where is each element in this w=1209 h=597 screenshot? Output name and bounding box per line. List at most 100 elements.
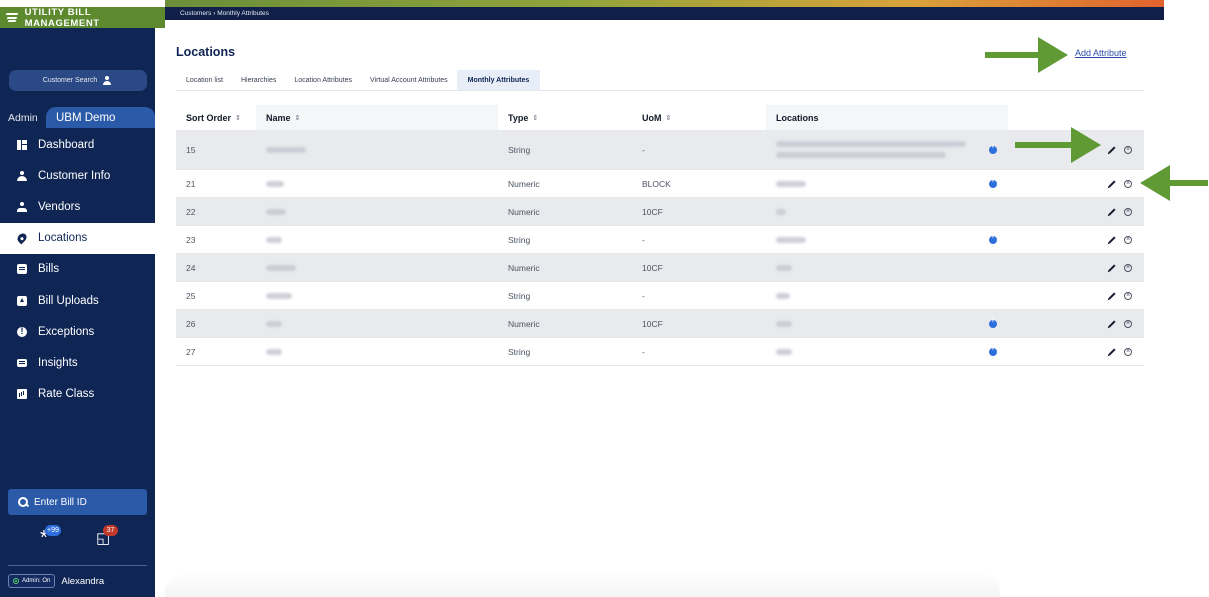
upload-icon (17, 295, 27, 306)
sidebar-item-exceptions[interactable]: Exceptions (0, 316, 155, 347)
tab-hierarchies[interactable]: Hierarchies (232, 70, 285, 90)
add-attribute-link[interactable]: Add Attribute (1075, 48, 1127, 58)
info-cell (978, 144, 1008, 154)
delete-circle-icon[interactable]: × (1124, 291, 1132, 300)
annotation-arrow-add-attribute (985, 52, 1040, 58)
info-icon[interactable] (989, 346, 997, 356)
locations-cell-redacted (766, 320, 978, 327)
edit-pencil-icon[interactable] (1108, 145, 1116, 154)
uom-cell: 10CF (642, 262, 663, 273)
delete-circle-icon[interactable]: × (1124, 207, 1132, 216)
table-row[interactable]: 26 Numeric 10CF × (176, 310, 1144, 338)
locations-cell-redacted (766, 141, 978, 158)
delete-circle-icon[interactable]: × (1124, 263, 1132, 272)
info-icon[interactable] (989, 178, 997, 188)
sidebar-item-label: Rate Class (38, 388, 95, 401)
name-cell-redacted (256, 264, 498, 271)
bottom-scroll-fade (165, 572, 1000, 597)
sort-order-cell: 26 (186, 318, 196, 329)
edit-pencil-icon[interactable] (1108, 291, 1116, 300)
table-row[interactable]: 27 String - × (176, 338, 1144, 366)
col-sort-order[interactable]: Sort Order ⇕ (176, 105, 256, 130)
locations-cell-redacted (766, 180, 978, 187)
info-cell (978, 178, 1008, 188)
edit-pencil-icon[interactable] (1108, 207, 1116, 216)
sidebar-item-label: Customer Info (38, 169, 111, 182)
edit-pencil-icon[interactable] (1108, 319, 1116, 328)
location-pin-icon (15, 231, 29, 245)
delete-circle-icon[interactable]: × (1124, 347, 1132, 356)
col-uom-label: UoM (642, 112, 662, 123)
sidebar-item-label: Insights (38, 356, 78, 369)
name-cell-redacted (256, 348, 498, 355)
user-row: Admin: On Alexandra (8, 572, 104, 590)
tab-location-list[interactable]: Location list (176, 70, 232, 90)
sidebar-item-rate-class[interactable]: Rate Class (0, 379, 155, 410)
sort-order-cell: 25 (186, 290, 196, 301)
col-uom[interactable]: UoM ⇕ (632, 105, 766, 130)
uom-cell: - (642, 144, 645, 155)
admin-toggle-label: Admin: On (22, 578, 51, 584)
status-dot-icon (13, 578, 19, 584)
sidebar-item-locations[interactable]: Locations (0, 222, 155, 254)
edit-pencil-icon[interactable] (1108, 263, 1116, 272)
bill-id-placeholder: Enter Bill ID (34, 496, 87, 508)
sidebar: Customer Search Admin UBM Demo Dashboard… (0, 28, 155, 597)
brand-logo[interactable]: UTILITY BILL MANAGEMENT (0, 6, 165, 29)
delete-circle-icon[interactable]: × (1124, 235, 1132, 244)
brand-icon (5, 13, 20, 22)
type-cell: String (508, 144, 531, 155)
tenant-selector[interactable]: UBM Demo (46, 107, 155, 128)
actions-cell: × (1008, 291, 1144, 300)
delete-circle-icon[interactable]: × (1124, 179, 1132, 188)
sidebar-item-vendors[interactable]: Vendors (0, 191, 155, 222)
uom-cell: - (642, 234, 645, 245)
locations-cell-redacted (766, 208, 978, 215)
edit-pencil-icon[interactable] (1108, 347, 1116, 356)
delete-circle-icon[interactable]: × (1124, 145, 1132, 154)
col-name-label: Name (266, 112, 291, 123)
page-title: Locations (176, 45, 236, 59)
table-row[interactable]: 22 Numeric 10CF × (176, 198, 1144, 226)
tab-monthly-attributes[interactable]: Monthly Attributes (456, 70, 541, 90)
edit-pencil-icon[interactable] (1108, 179, 1116, 188)
breadcrumb-bar: Customers › Monthly Attributes (165, 7, 1164, 20)
admin-label: Admin (8, 111, 38, 124)
brand-title: UTILITY BILL MANAGEMENT (24, 6, 100, 29)
sidebar-item-bill-uploads[interactable]: Bill Uploads (0, 285, 155, 316)
col-name[interactable]: Name ⇕ (256, 105, 498, 130)
actions-cell: × (1008, 263, 1144, 272)
attributes-table: Sort Order ⇕ Name ⇕ Type ⇕ UoM ⇕ Locations 1… (176, 105, 1144, 366)
name-cell-redacted (256, 208, 498, 215)
table-row[interactable]: 21 Numeric BLOCK × (176, 170, 1144, 198)
table-row[interactable]: 25 String - × (176, 282, 1144, 310)
tab-virtual-account-attributes[interactable]: Virtual Account Attributes (361, 70, 457, 90)
sidebar-item-dashboard[interactable]: Dashboard (0, 129, 155, 160)
sidebar-item-bills[interactable]: Bills (0, 254, 155, 285)
sidebar-item-insights[interactable]: Insights (0, 347, 155, 378)
sort-icon: ⇕ (532, 114, 539, 122)
col-type-label: Type (508, 112, 529, 123)
table-row[interactable]: 23 String - × (176, 226, 1144, 254)
col-type[interactable]: Type ⇕ (498, 105, 632, 130)
locations-cell-redacted (766, 292, 978, 299)
tab-location-attributes[interactable]: Location Attributes (285, 70, 361, 90)
customer-search-button[interactable]: Customer Search (9, 70, 147, 91)
info-icon[interactable] (989, 234, 997, 244)
edit-pencil-icon[interactable] (1108, 235, 1116, 244)
breadcrumb[interactable]: Customers › Monthly Attributes (180, 10, 269, 17)
bill-id-search[interactable]: Enter Bill ID (8, 489, 147, 515)
person-icon (17, 170, 27, 181)
info-icon[interactable] (989, 144, 997, 154)
table-row[interactable]: 15 String - × (176, 130, 1144, 170)
user-name[interactable]: Alexandra (61, 576, 104, 587)
table-row[interactable]: 24 Numeric 10CF × (176, 254, 1144, 282)
name-cell-redacted (256, 320, 498, 327)
col-locations-label: Locations (776, 112, 819, 123)
info-icon[interactable] (989, 318, 997, 328)
sidebar-item-label: Dashboard (38, 138, 95, 151)
delete-circle-icon[interactable]: × (1124, 319, 1132, 328)
sidebar-item-customer-info[interactable]: Customer Info (0, 160, 155, 191)
admin-toggle[interactable]: Admin: On (8, 574, 56, 588)
search-icon (18, 497, 28, 507)
